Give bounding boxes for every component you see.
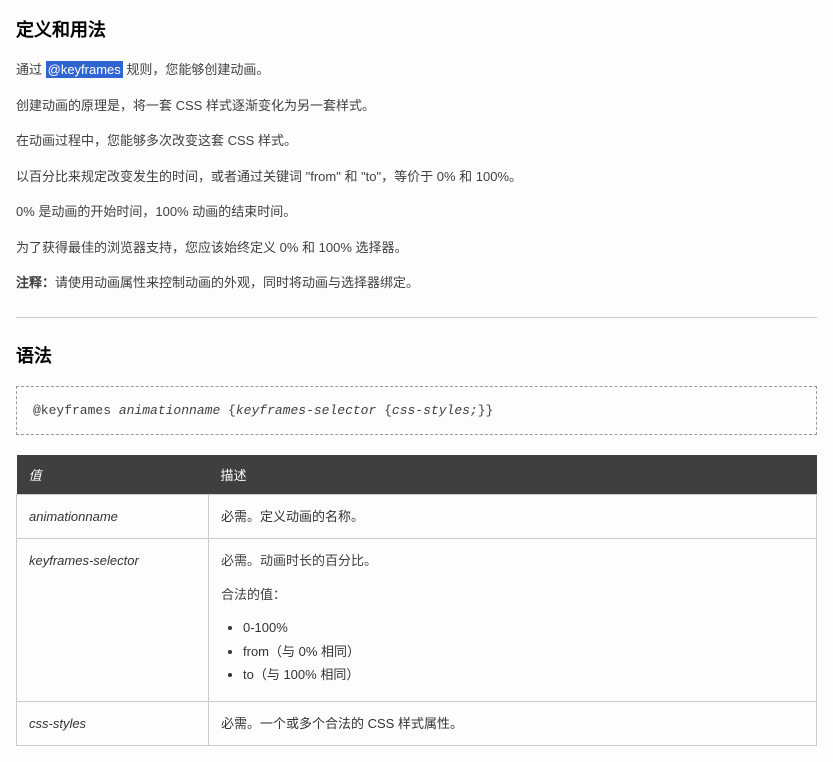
table-cell-value: css-styles <box>17 701 209 746</box>
def-paragraph-2: 创建动画的原理是，将一套 CSS 样式逐渐变化为另一套样式。 <box>16 96 817 116</box>
row2-desc-p2: 合法的值： <box>221 585 804 605</box>
table-cell-desc: 必需。动画时长的百分比。 合法的值： 0-100% from（与 0% 相同） … <box>209 539 817 702</box>
code-css-styles: css-styles; <box>392 403 478 418</box>
list-item: 0-100% <box>243 618 804 638</box>
def-paragraph-note: 注释：请使用动画属性来控制动画的外观，同时将动画与选择器绑定。 <box>16 273 817 293</box>
def-paragraph-1: 通过 @keyframes 规则，您能够创建动画。 <box>16 60 817 80</box>
def-paragraph-6: 为了获得最佳的浏览器支持，您应该始终定义 0% 和 100% 选择器。 <box>16 238 817 258</box>
table-row: keyframes-selector 必需。动画时长的百分比。 合法的值： 0-… <box>17 539 817 702</box>
section-divider <box>16 317 817 318</box>
note-label: 注释： <box>16 275 55 290</box>
table-row: animationname 必需。定义动画的名称。 <box>17 494 817 539</box>
code-end: }} <box>478 403 494 418</box>
table-cell-desc: 必需。定义动画的名称。 <box>209 494 817 539</box>
table-row: css-styles 必需。一个或多个合法的 CSS 样式属性。 <box>17 701 817 746</box>
table-header-desc: 描述 <box>209 455 817 495</box>
code-mid: { <box>220 403 236 418</box>
list-item: from（与 0% 相同） <box>243 642 804 662</box>
p1-post: 规则，您能够创建动画。 <box>123 62 270 77</box>
table-cell-value: keyframes-selector <box>17 539 209 702</box>
table-cell-value: animationname <box>17 494 209 539</box>
note-text: 请使用动画属性来控制动画的外观，同时将动画与选择器绑定。 <box>55 275 419 290</box>
table-cell-desc: 必需。一个或多个合法的 CSS 样式属性。 <box>209 701 817 746</box>
syntax-code-block: @keyframes animationname {keyframes-sele… <box>16 386 817 435</box>
list-item: to（与 100% 相同） <box>243 665 804 685</box>
code-prefix: @keyframes <box>33 403 119 418</box>
def-paragraph-5: 0% 是动画的开始时间，100% 动画的结束时间。 <box>16 202 817 222</box>
row2-desc-p1: 必需。动画时长的百分比。 <box>221 551 804 571</box>
def-paragraph-4: 以百分比来规定改变发生的时间，或者通过关键词 "from" 和 "to"，等价于… <box>16 167 817 187</box>
p1-pre: 通过 <box>16 62 46 77</box>
keyframes-highlight: @keyframes <box>46 61 123 78</box>
table-header-value: 值 <box>17 455 209 495</box>
row2-value-list: 0-100% from（与 0% 相同） to（与 100% 相同） <box>221 618 804 685</box>
syntax-table: 值 描述 animationname 必需。定义动画的名称。 keyframes… <box>16 455 817 747</box>
code-keyframes-selector: keyframes-selector <box>236 403 376 418</box>
section-heading-definition: 定义和用法 <box>16 16 817 42</box>
code-animationname: animationname <box>119 403 220 418</box>
def-paragraph-3: 在动画过程中，您能够多次改变这套 CSS 样式。 <box>16 131 817 151</box>
code-mid2: { <box>376 403 392 418</box>
section-heading-syntax: 语法 <box>16 342 817 368</box>
